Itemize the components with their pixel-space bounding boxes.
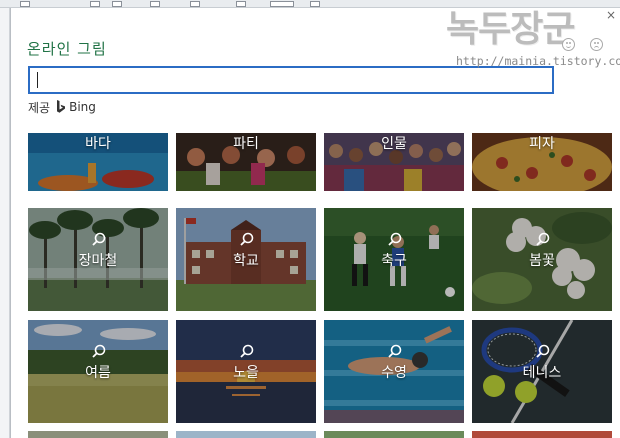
toolbar-icon — [190, 1, 200, 7]
toolbar-icon — [90, 1, 100, 7]
category-label: 바다 — [85, 136, 111, 152]
toolbar-icon — [112, 1, 122, 7]
category-tile-partial[interactable] — [28, 431, 168, 438]
category-label: 파티 — [233, 136, 259, 152]
provider-name: Bing — [69, 100, 96, 114]
toolbar-icon — [236, 1, 246, 7]
toolbar-icon — [20, 1, 30, 7]
text-caret — [37, 72, 38, 88]
category-tile-swimming[interactable]: 수영 — [324, 320, 464, 423]
category-grid: 바다 파티 인물 피자 장마철 학교 축구 봄꽃 여름 노을 수영 테니스 — [28, 133, 613, 438]
search-icon — [92, 344, 106, 358]
watermark-title: 녹두장군 — [446, 9, 575, 50]
category-label: 장마철 — [78, 253, 118, 269]
watermark-url: http://mainia.tistory.com — [456, 54, 620, 68]
background-spreadsheet-rows — [0, 8, 10, 438]
category-tile-party[interactable]: 파티 — [176, 133, 316, 191]
category-tile-pizza[interactable]: 피자 — [472, 133, 612, 191]
category-label: 축구 — [381, 253, 407, 269]
category-label: 여름 — [85, 365, 111, 381]
toolbar-icon — [270, 1, 294, 7]
smiley-icon — [562, 38, 575, 51]
dialog-title: 온라인 그림 — [27, 40, 107, 58]
category-label: 학교 — [233, 253, 259, 269]
category-tile-rainy-season[interactable]: 장마철 — [28, 208, 168, 311]
category-tile-spring-flowers[interactable]: 봄꽃 — [472, 208, 612, 311]
category-tile-partial[interactable] — [472, 431, 612, 438]
search-icon — [536, 232, 550, 246]
toolbar-icon — [150, 1, 160, 7]
category-tile-people[interactable]: 인물 — [324, 133, 464, 191]
search-icon — [388, 232, 402, 246]
tile-image — [472, 431, 612, 438]
provider-label: 제공 — [28, 100, 51, 115]
tile-image — [324, 431, 464, 438]
category-tile-tennis[interactable]: 테니스 — [472, 320, 612, 423]
tile-image — [176, 431, 316, 438]
bing-logo: Bing — [56, 100, 96, 114]
category-tile-partial[interactable] — [324, 431, 464, 438]
search-icon — [536, 344, 550, 358]
watermark: 녹두장군 http://mainia.tistory.com — [442, 0, 620, 78]
category-label: 테니스 — [522, 365, 562, 381]
search-icon — [240, 344, 254, 358]
search-icon — [240, 232, 254, 246]
category-label: 봄꽃 — [529, 253, 555, 269]
toolbar-icon — [310, 1, 320, 7]
category-tile-summer[interactable]: 여름 — [28, 320, 168, 423]
category-tile-sunset[interactable]: 노을 — [176, 320, 316, 423]
category-label: 노을 — [233, 365, 259, 381]
sad-face-icon — [590, 38, 603, 51]
category-tile-partial[interactable] — [176, 431, 316, 438]
category-label: 수영 — [381, 365, 407, 381]
tile-image — [28, 431, 168, 438]
bing-icon — [57, 100, 66, 113]
provider-credit: 제공 Bing — [28, 98, 96, 116]
category-label: 피자 — [529, 136, 555, 152]
search-icon — [388, 344, 402, 358]
category-tile-soccer[interactable]: 축구 — [324, 208, 464, 311]
category-label: 인물 — [381, 136, 407, 152]
category-tile-school[interactable]: 학교 — [176, 208, 316, 311]
category-tile-sea[interactable]: 바다 — [28, 133, 168, 191]
search-icon — [92, 232, 106, 246]
